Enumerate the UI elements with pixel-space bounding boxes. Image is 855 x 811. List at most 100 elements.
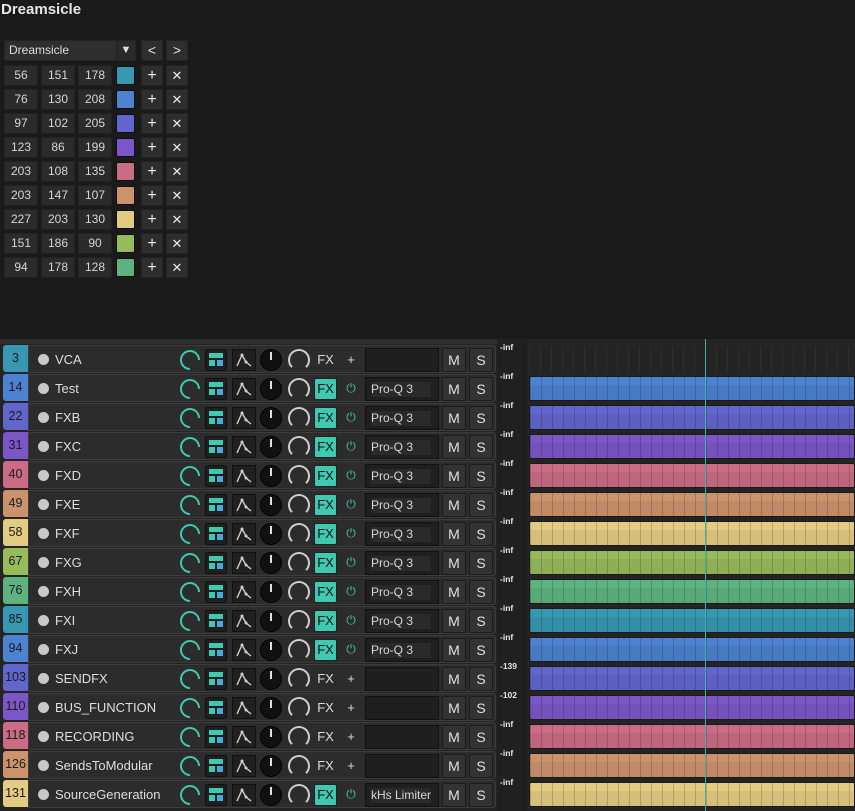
pan-knob-icon[interactable]: [260, 552, 282, 574]
track-name[interactable]: FXC: [55, 438, 178, 455]
track-header[interactable]: FXE FX ⏻ Pro-Q 3 MS: [28, 490, 496, 520]
media-item[interactable]: [529, 463, 855, 488]
track-number[interactable]: 31: [3, 432, 28, 459]
track-row[interactable]: 103 SENDFX FX + M S -139: [0, 661, 855, 694]
blue-value-field[interactable]: 130: [78, 209, 112, 230]
width-knob-icon[interactable]: [288, 697, 310, 719]
track-header[interactable]: SENDFX FX + M S: [28, 664, 496, 694]
mute-button[interactable]: M: [442, 609, 466, 633]
fx-button[interactable]: FX: [314, 523, 337, 545]
mute-button[interactable]: M: [442, 435, 466, 459]
fx-slot[interactable]: Pro-Q 3: [365, 551, 439, 575]
media-item[interactable]: [529, 579, 855, 604]
track-name[interactable]: FXG: [55, 554, 178, 571]
envelope-icon[interactable]: [232, 552, 256, 574]
track-row[interactable]: 49 FXE FX ⏻ Pro-Q 3 M S -inf: [0, 487, 855, 520]
fx-slot[interactable]: [365, 696, 439, 720]
track-header[interactable]: FXD FX ⏻ Pro-Q 3 MS: [28, 461, 496, 491]
track-header[interactable]: FXB FX ⏻ Pro-Q 3 MS: [28, 403, 496, 433]
record-arm-icon[interactable]: [38, 441, 49, 452]
volume-knob-icon[interactable]: [175, 577, 205, 607]
envelope-icon[interactable]: [232, 581, 256, 603]
routing-io-icon[interactable]: [205, 726, 227, 748]
fx-button[interactable]: FX: [314, 494, 337, 516]
track-header[interactable]: RECORDING FX + M S: [28, 722, 496, 752]
width-knob-icon[interactable]: [288, 407, 310, 429]
red-value-field[interactable]: 227: [4, 209, 38, 230]
fx-slot[interactable]: [365, 348, 439, 372]
track-number[interactable]: 131: [3, 780, 28, 807]
solo-button[interactable]: S: [469, 464, 493, 488]
pan-knob-icon[interactable]: [260, 581, 282, 603]
track-row[interactable]: 3 VCA FX + M S -inf: [0, 342, 855, 375]
track-header[interactable]: SourceGeneration FX ⏻ kHs Limiter M S: [28, 780, 496, 810]
track-row[interactable]: 118 RECORDING FX + M S -inf: [0, 719, 855, 752]
track-header[interactable]: FXH FX ⏻ Pro-Q 3 MS: [28, 577, 496, 607]
mute-button[interactable]: M: [442, 406, 466, 430]
track-name[interactable]: FXI: [55, 612, 178, 629]
mute-button[interactable]: M: [442, 377, 466, 401]
routing-io-icon[interactable]: [205, 639, 227, 661]
solo-button[interactable]: S: [469, 725, 493, 749]
color-swatch[interactable]: [116, 210, 135, 229]
green-value-field[interactable]: 178: [41, 257, 75, 278]
track-name[interactable]: FXF: [55, 525, 178, 542]
fx-power-icon[interactable]: ⏻: [342, 407, 360, 429]
green-value-field[interactable]: 102: [41, 113, 75, 134]
mute-button[interactable]: M: [442, 493, 466, 517]
remove-color-button[interactable]: ✕: [166, 209, 188, 230]
blue-value-field[interactable]: 205: [78, 113, 112, 134]
width-knob-icon[interactable]: [288, 784, 310, 806]
solo-button[interactable]: S: [469, 667, 493, 691]
routing-io-icon[interactable]: [205, 349, 227, 371]
record-arm-icon[interactable]: [38, 789, 49, 800]
track-name[interactable]: FXE: [55, 496, 178, 513]
fx-button[interactable]: FX: [314, 639, 337, 661]
green-value-field[interactable]: 151: [41, 65, 75, 86]
remove-color-button[interactable]: ✕: [166, 185, 188, 206]
width-knob-icon[interactable]: [288, 726, 310, 748]
record-arm-icon[interactable]: [38, 557, 49, 568]
color-swatch[interactable]: [116, 258, 135, 277]
track-row[interactable]: 76 FXH FX ⏻ Pro-Q 3 M S -inf: [0, 574, 855, 607]
media-item[interactable]: [529, 521, 855, 546]
pan-knob-icon[interactable]: [260, 349, 282, 371]
track-name[interactable]: SourceGeneration: [55, 786, 178, 803]
envelope-icon[interactable]: [232, 668, 256, 690]
fx-slot[interactable]: [365, 725, 439, 749]
blue-value-field[interactable]: 135: [78, 161, 112, 182]
volume-knob-icon[interactable]: [175, 635, 205, 665]
add-color-button[interactable]: +: [141, 113, 163, 134]
media-item[interactable]: [529, 695, 855, 720]
fx-power-icon[interactable]: ⏻: [342, 465, 360, 487]
track-number[interactable]: 58: [3, 519, 28, 546]
media-item[interactable]: [529, 434, 855, 459]
red-value-field[interactable]: 203: [4, 185, 38, 206]
width-knob-icon[interactable]: [288, 552, 310, 574]
width-knob-icon[interactable]: [288, 581, 310, 603]
add-fx-icon[interactable]: +: [342, 726, 360, 748]
solo-button[interactable]: S: [469, 609, 493, 633]
empty-lane[interactable]: [529, 347, 855, 372]
record-arm-icon[interactable]: [38, 615, 49, 626]
fx-button[interactable]: FX: [314, 726, 337, 748]
green-value-field[interactable]: 108: [41, 161, 75, 182]
add-color-button[interactable]: +: [141, 161, 163, 182]
fx-slot[interactable]: Pro-Q 3: [365, 638, 439, 662]
fx-slot[interactable]: Pro-Q 3: [365, 580, 439, 604]
width-knob-icon[interactable]: [288, 494, 310, 516]
add-fx-icon[interactable]: +: [342, 349, 360, 371]
pan-knob-icon[interactable]: [260, 726, 282, 748]
solo-button[interactable]: S: [469, 551, 493, 575]
fx-slot[interactable]: Pro-Q 3: [365, 493, 439, 517]
volume-knob-icon[interactable]: [175, 780, 205, 810]
solo-button[interactable]: S: [469, 580, 493, 604]
routing-io-icon[interactable]: [205, 552, 227, 574]
mute-button[interactable]: M: [442, 783, 466, 807]
pan-knob-icon[interactable]: [260, 668, 282, 690]
red-value-field[interactable]: 56: [4, 65, 38, 86]
add-color-button[interactable]: +: [141, 137, 163, 158]
track-number[interactable]: 110: [3, 693, 28, 720]
mute-button[interactable]: M: [442, 551, 466, 575]
remove-color-button[interactable]: ✕: [166, 161, 188, 182]
